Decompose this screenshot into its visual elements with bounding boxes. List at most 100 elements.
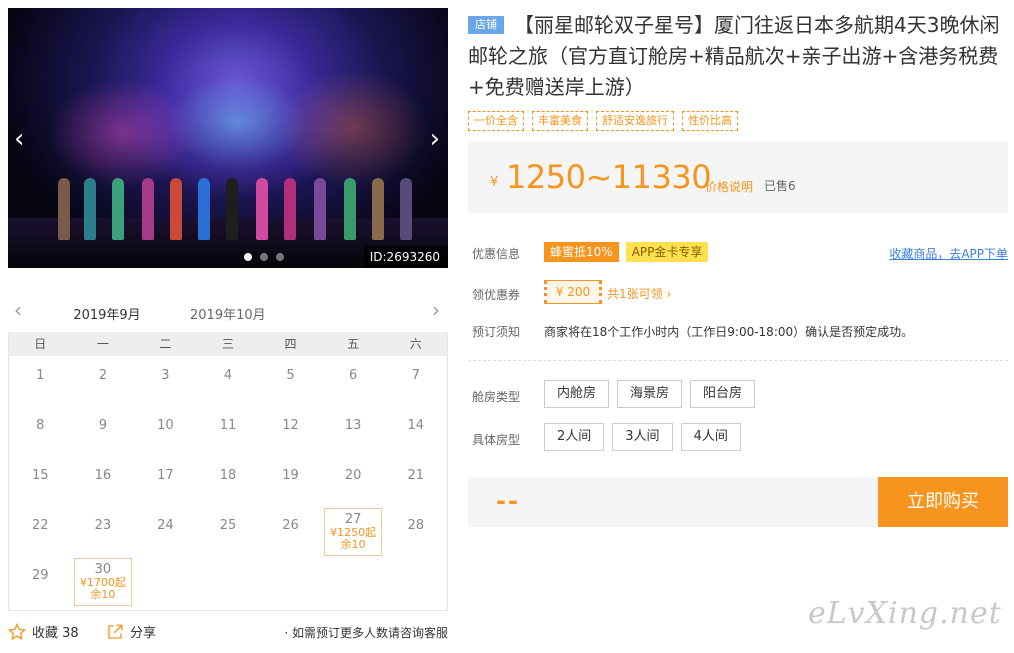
weekday-label: 二 [159, 337, 172, 351]
calendar-day-price-box[interactable]: 30 ¥1700起 余10 [73, 558, 133, 606]
feature-tag: 舒适安逸旅行 [596, 111, 674, 131]
weekday-label: 日 [34, 337, 47, 351]
price-currency: ¥ [490, 175, 499, 190]
app-gold-card-tag: APP金卡专享 [625, 242, 709, 262]
room-option-4[interactable]: 4人间 [680, 423, 741, 451]
product-title-block: 店铺 【丽星邮轮双子星号】厦门往返日本多航期4天3晚休闲邮轮之旅（官方直订舱房+精… [468, 10, 1010, 103]
feature-tag: 性价比高 [682, 111, 738, 131]
calendar-day: 21 [407, 468, 424, 483]
calendar-day: 15 [32, 468, 49, 483]
tab-month-oct[interactable]: 2019年10月 [190, 304, 266, 323]
calendar-day: 25 [219, 518, 237, 533]
image-id-label: ID:2693260 [363, 245, 448, 268]
star-icon [8, 622, 26, 640]
room-type-options: 2人间 3人间 4人间 [544, 423, 741, 451]
calendar-day: 2 [98, 368, 107, 383]
share-icon [108, 624, 123, 639]
favorite-button[interactable]: 收藏 38 [8, 622, 79, 641]
total-price: -- [496, 487, 520, 515]
divider [468, 360, 1008, 361]
booking-label: 预订须知 [472, 325, 521, 339]
gallery-prev-button[interactable]: ‹ [14, 126, 24, 152]
feature-tags: 一价全含 丰富美食 舒适安逸旅行 性价比高 [468, 111, 738, 131]
calendar-day: 20 [344, 468, 362, 483]
gallery-next-button[interactable]: › [430, 126, 440, 152]
coupon-ticket[interactable]: ¥ 200 [544, 280, 602, 304]
calendar-weekday-row: 日一二三四五六 [9, 332, 447, 356]
chevron-left-icon[interactable]: ‹ [14, 298, 22, 322]
gallery-dot[interactable] [244, 253, 252, 261]
coupon-label: 领优惠券 [472, 288, 521, 302]
cabin-type-options: 内舱房 海景房 阳台房 [544, 380, 756, 408]
tab-month-sept[interactable]: 2019年9月 [66, 304, 148, 335]
feature-tag: 一价全含 [468, 111, 524, 131]
gallery-dot[interactable] [276, 253, 284, 261]
calendar-day: 17 [157, 468, 174, 483]
booking-notice: 商家将在18个工作小时内（工作日9:00-18:00）确认是否预定成功。 [544, 325, 914, 339]
room-option-2[interactable]: 2人间 [544, 423, 605, 451]
calendar-days-grid: 1 2 3 4 5 6 7 8 9 10 11 12 13 14 15 16 17 18 19 20 21 22 23 24 2… [9, 356, 447, 606]
weekday-label: 一 [96, 337, 109, 351]
calendar-day: 3 [161, 368, 170, 383]
calendar-day-remaining: 余10 [90, 588, 116, 601]
favorite-label: 收藏 38 [32, 626, 79, 641]
calendar-day: 23 [94, 518, 112, 533]
app-order-link[interactable]: 收藏商品，去APP下单 [889, 245, 1008, 262]
room-type-label: 具体房型 [472, 433, 521, 447]
product-image-gallery: ‹ › ID:2693260 [8, 8, 448, 268]
gallery-pagination [244, 253, 284, 261]
performers [58, 178, 418, 248]
calendar-day: 13 [344, 418, 362, 433]
cabin-option-inside[interactable]: 内舱房 [544, 380, 610, 408]
calendar-day: 8 [36, 418, 45, 433]
share-label: 分享 [130, 626, 157, 641]
calendar-day: 6 [348, 368, 358, 383]
feature-tag: 丰富美食 [532, 111, 588, 131]
purchase-bar: -- 立即购买 [468, 477, 1008, 527]
honey-discount-tag: 蜂蜜抵10% [544, 242, 619, 262]
calendar-day: 26 [282, 518, 299, 533]
buy-now-button[interactable]: 立即购买 [878, 477, 1008, 527]
calendar-day-price-box[interactable]: 27 ¥1250起 余10 [323, 508, 383, 556]
calendar-day: 11 [219, 418, 237, 433]
cabin-type-label: 舱房类型 [472, 390, 521, 404]
shop-badge[interactable]: 店铺 [468, 16, 504, 34]
calendar-day-number: 30 [94, 562, 112, 577]
calendar-day: 24 [157, 518, 174, 533]
coupon-count-link[interactable]: 共1张可领 › [607, 285, 671, 302]
price-box: ¥ 1250~11330 价格说明 已售6 [468, 141, 1008, 213]
calendar-day-available[interactable]: 30 ¥1700起 余10 [72, 556, 135, 606]
discount-tags: 蜂蜜抵10% APP金卡专享 [544, 242, 709, 262]
price-range: 1250~11330 [506, 158, 712, 196]
calendar-day: 18 [219, 468, 237, 483]
calendar-day: 29 [32, 568, 49, 583]
site-watermark: eLvXing.net [808, 596, 1002, 631]
stage-light [48, 78, 198, 188]
social-bar: 收藏 38 分享 · 如需预订更多人数请咨询客服 [8, 620, 448, 642]
calendar-day: 9 [98, 418, 107, 433]
price-calendar: 日一二三四五六 1 2 3 4 5 6 7 8 9 10 11 12 13 14 15 16 17 18 19 20 2… [8, 332, 448, 611]
chevron-right-icon[interactable]: › [432, 298, 440, 322]
stage-light [278, 68, 428, 188]
price-explain-link[interactable]: 价格说明 [705, 178, 753, 195]
share-button[interactable]: 分享 [106, 622, 156, 641]
sold-count: 已售6 [764, 179, 796, 193]
calendar-header: ‹ 2019年9月 2019年10月 › [8, 296, 448, 335]
weekday-label: 四 [284, 337, 297, 351]
calendar-day: 16 [94, 468, 112, 483]
calendar-day: 19 [282, 468, 299, 483]
contact-service-note: · 如需预订更多人数请咨询客服 [284, 626, 448, 640]
calendar-day: 28 [407, 518, 424, 533]
cabin-option-balcony[interactable]: 阳台房 [690, 380, 756, 408]
calendar-day: 10 [157, 418, 174, 433]
calendar-day: 7 [411, 368, 420, 383]
calendar-day: 5 [286, 368, 295, 383]
gallery-dot[interactable] [260, 253, 268, 261]
calendar-day: 14 [407, 418, 424, 433]
discount-label: 优惠信息 [472, 247, 521, 261]
room-option-3[interactable]: 3人间 [612, 423, 673, 451]
weekday-label: 五 [347, 337, 360, 351]
calendar-day-available[interactable]: 27 ¥1250起 余10 [322, 506, 385, 556]
weekday-label: 六 [409, 337, 422, 351]
cabin-option-oceanview[interactable]: 海景房 [617, 380, 683, 408]
